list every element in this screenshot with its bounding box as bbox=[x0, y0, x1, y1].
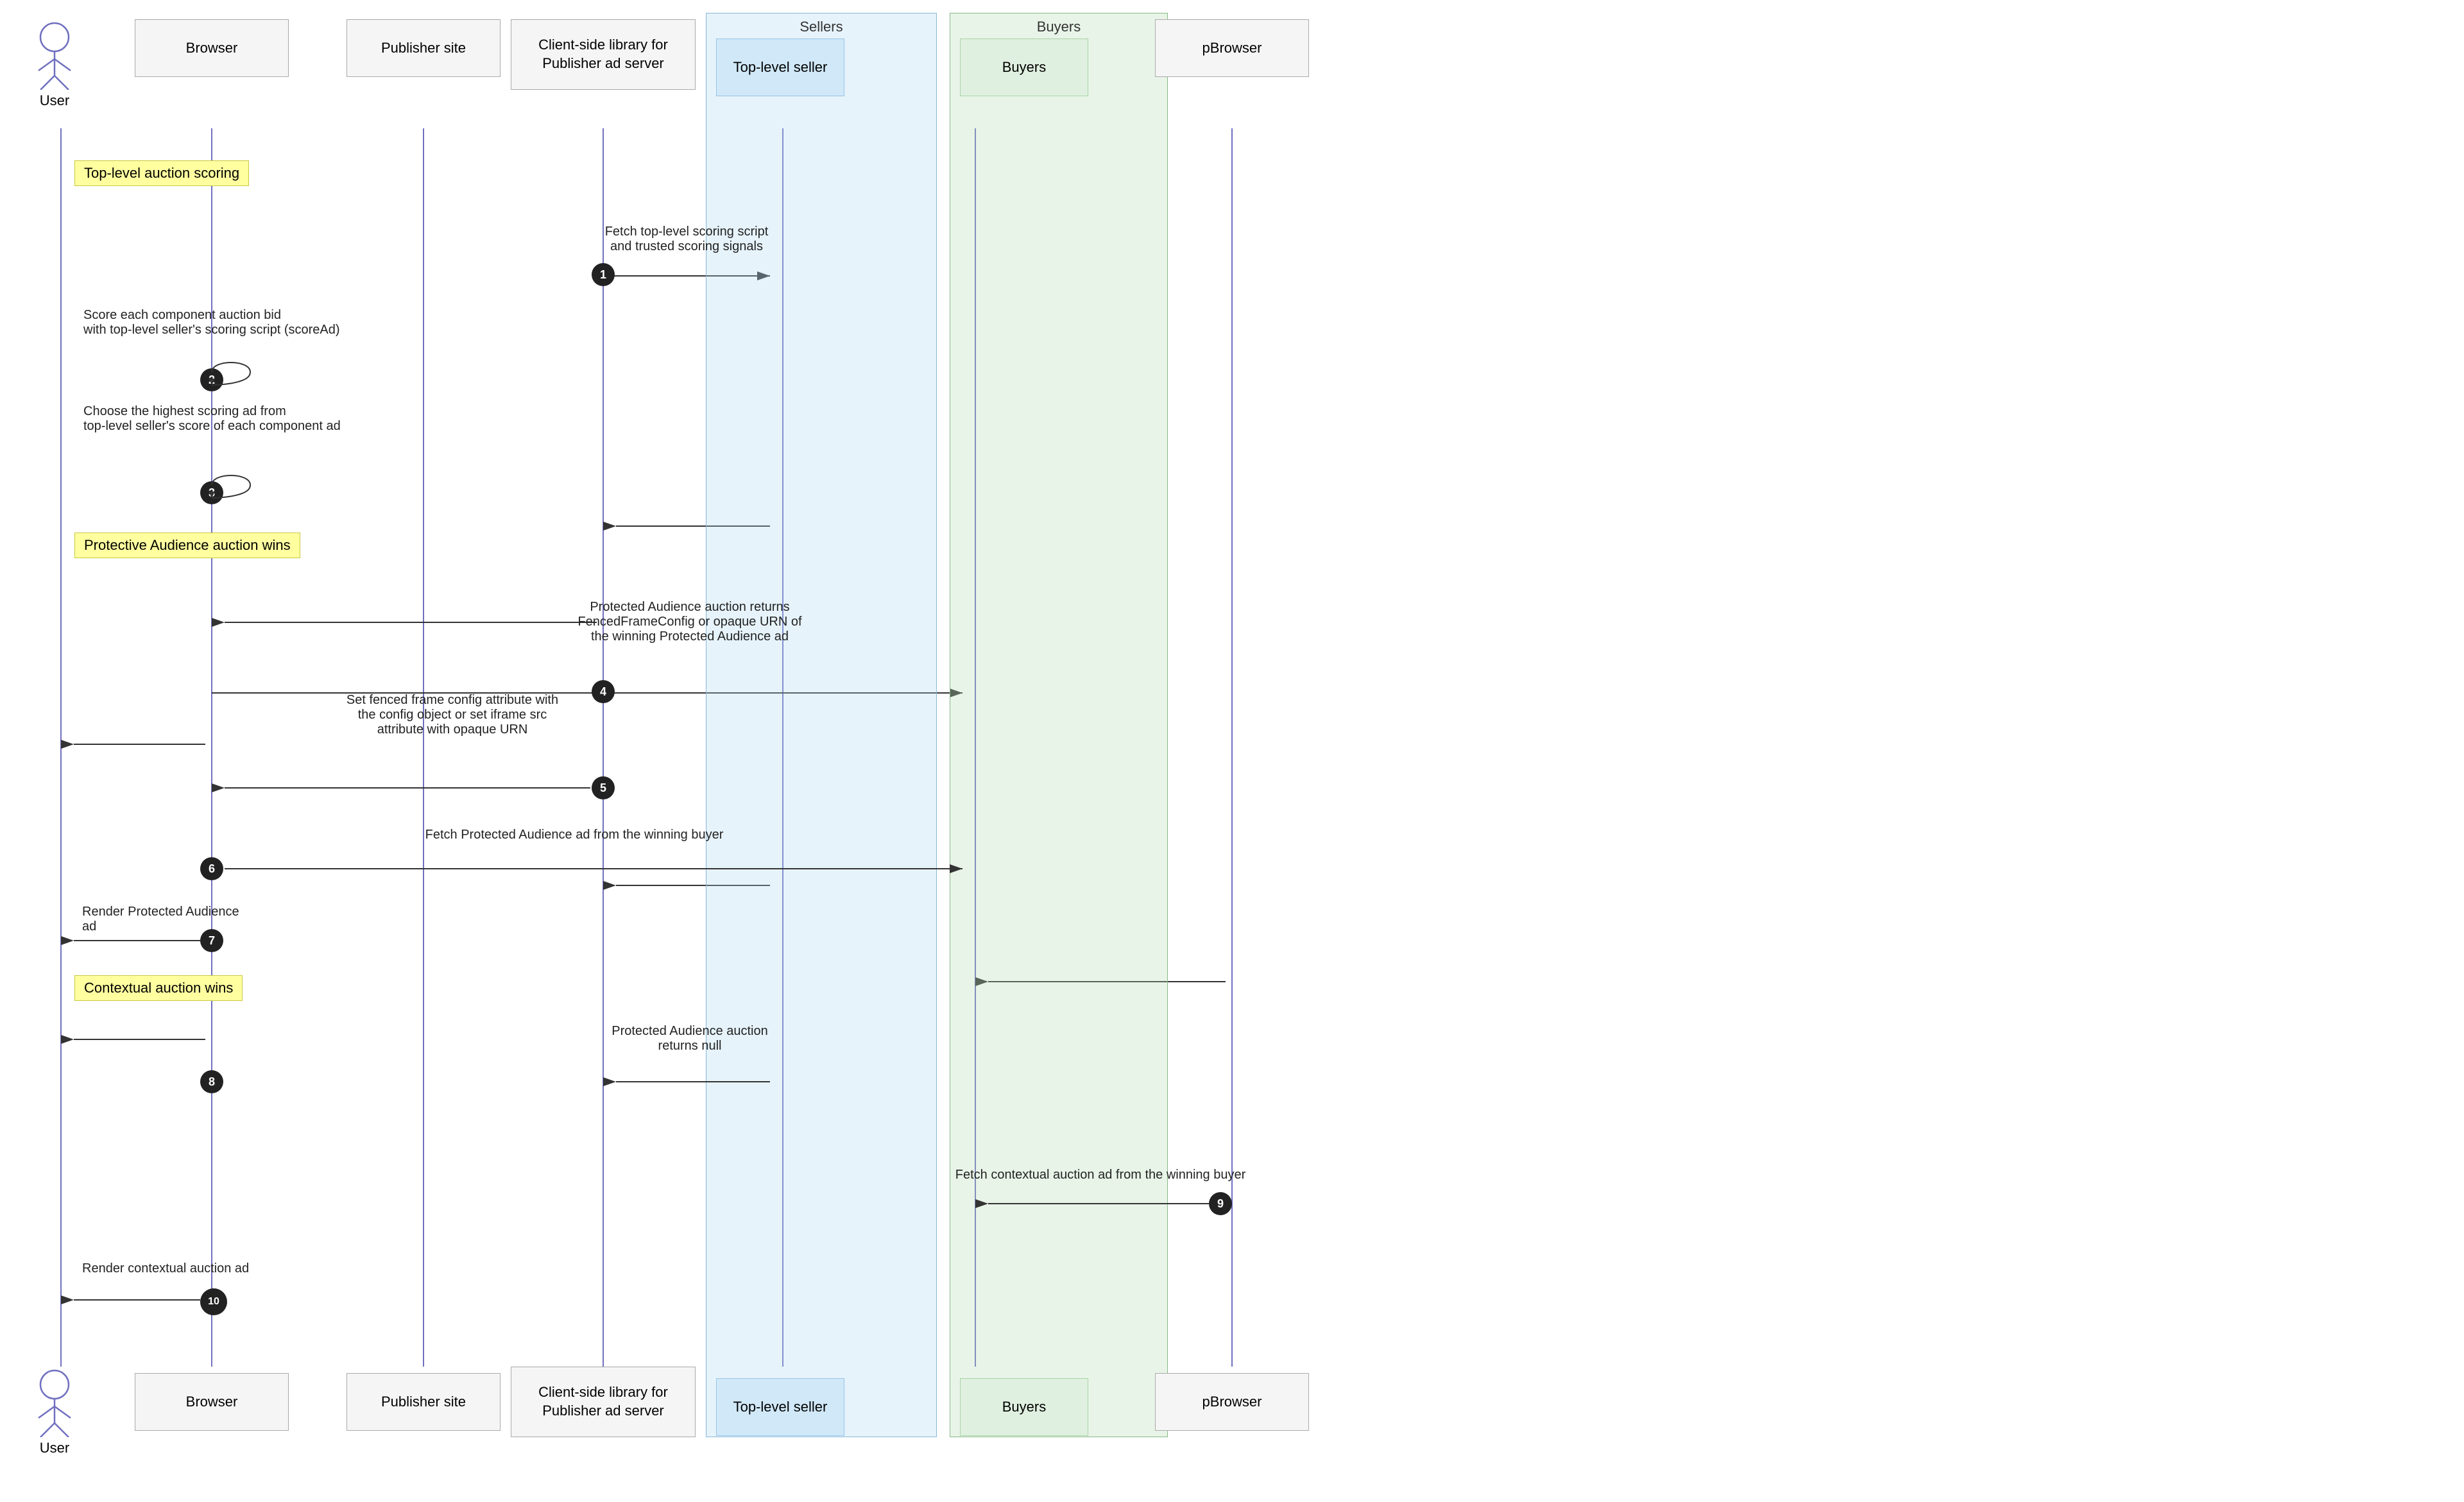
message-7-label: Render Protected Audience ad bbox=[82, 905, 243, 934]
self-loop-3 bbox=[0, 0, 2464, 1502]
arrow-7-svg bbox=[0, 0, 2464, 1502]
arrow-6-svg bbox=[0, 0, 2464, 1502]
arrows-layer bbox=[0, 0, 2464, 1502]
step-9-circle: 9 bbox=[1209, 1192, 1232, 1215]
message-6-label: Fetch Protected Audience ad from the win… bbox=[404, 828, 744, 842]
message-5-label: Set fenced frame config attribute with t… bbox=[314, 693, 590, 737]
user-label-top: User bbox=[29, 92, 80, 109]
step-8-circle: 8 bbox=[200, 1070, 223, 1093]
client-lib-box-bottom: Client-side library for Publisher ad ser… bbox=[511, 1367, 696, 1437]
self-loop-2 bbox=[0, 0, 2464, 1502]
user-icon-bottom bbox=[29, 1367, 80, 1437]
user-icon-top bbox=[29, 19, 80, 90]
buyers-box-bottom: Buyers bbox=[960, 1378, 1088, 1436]
message-10-label: Render contextual auction ad bbox=[82, 1261, 262, 1276]
message-4-label: Protected Audience auction returns Fence… bbox=[578, 600, 802, 644]
pbrowser-box-top: pBrowser bbox=[1155, 19, 1309, 77]
sellers-group-label: Sellers bbox=[706, 19, 936, 35]
publisher-site-box-top: Publisher site bbox=[346, 19, 501, 77]
sequence-diagram: Sellers Buyers User Browser Publisher si… bbox=[0, 0, 2464, 1502]
step-10-circle: 10 bbox=[200, 1288, 227, 1315]
message-1-label: Fetch top-level scoring script and trust… bbox=[578, 225, 796, 254]
user-label-bottom: User bbox=[29, 1440, 80, 1456]
pbrowser-box-bottom: pBrowser bbox=[1155, 1373, 1309, 1431]
message-3-label: Choose the highest scoring ad from top-l… bbox=[83, 404, 366, 434]
contextual-wins-label: Contextual auction wins bbox=[74, 975, 243, 1001]
top-level-seller-box-top: Top-level seller bbox=[716, 38, 844, 96]
arrow-5-svg bbox=[0, 0, 2464, 1502]
step-5-circle: 5 bbox=[592, 776, 615, 799]
step-2-circle: 2 bbox=[200, 368, 223, 391]
pa-wins-label: Protective Audience auction wins bbox=[74, 533, 300, 558]
step-3-circle: 3 bbox=[200, 481, 223, 504]
message-8-label: Protected Audience auction returns null bbox=[578, 1024, 802, 1054]
top-level-auction-label: Top-level auction scoring bbox=[74, 160, 249, 186]
message-2-label: Score each component auction bid with to… bbox=[83, 308, 366, 337]
user-figure-top: User bbox=[29, 19, 80, 109]
top-level-seller-box-bottom: Top-level seller bbox=[716, 1378, 844, 1436]
step-6-circle: 6 bbox=[200, 857, 223, 880]
publisher-site-box-bottom: Publisher site bbox=[346, 1373, 501, 1431]
buyers-box-top: Buyers bbox=[960, 38, 1088, 96]
message-9-label: Fetch contextual auction ad from the win… bbox=[937, 1168, 1264, 1182]
buyers-group: Buyers bbox=[950, 13, 1168, 1437]
arrow-9-svg bbox=[0, 0, 2464, 1502]
client-lib-box-top: Client-side library for Publisher ad ser… bbox=[511, 19, 696, 90]
step-1-circle: 1 bbox=[592, 263, 615, 286]
user-figure-bottom: User bbox=[29, 1367, 80, 1456]
arrow-10-svg bbox=[0, 0, 2464, 1502]
arrow-8-svg bbox=[0, 0, 2464, 1502]
step-7-circle: 7 bbox=[200, 929, 223, 952]
step-4-circle: 4 bbox=[592, 680, 615, 703]
browser-box-top: Browser bbox=[135, 19, 289, 77]
browser-box-bottom: Browser bbox=[135, 1373, 289, 1431]
buyers-group-label: Buyers bbox=[950, 19, 1167, 35]
